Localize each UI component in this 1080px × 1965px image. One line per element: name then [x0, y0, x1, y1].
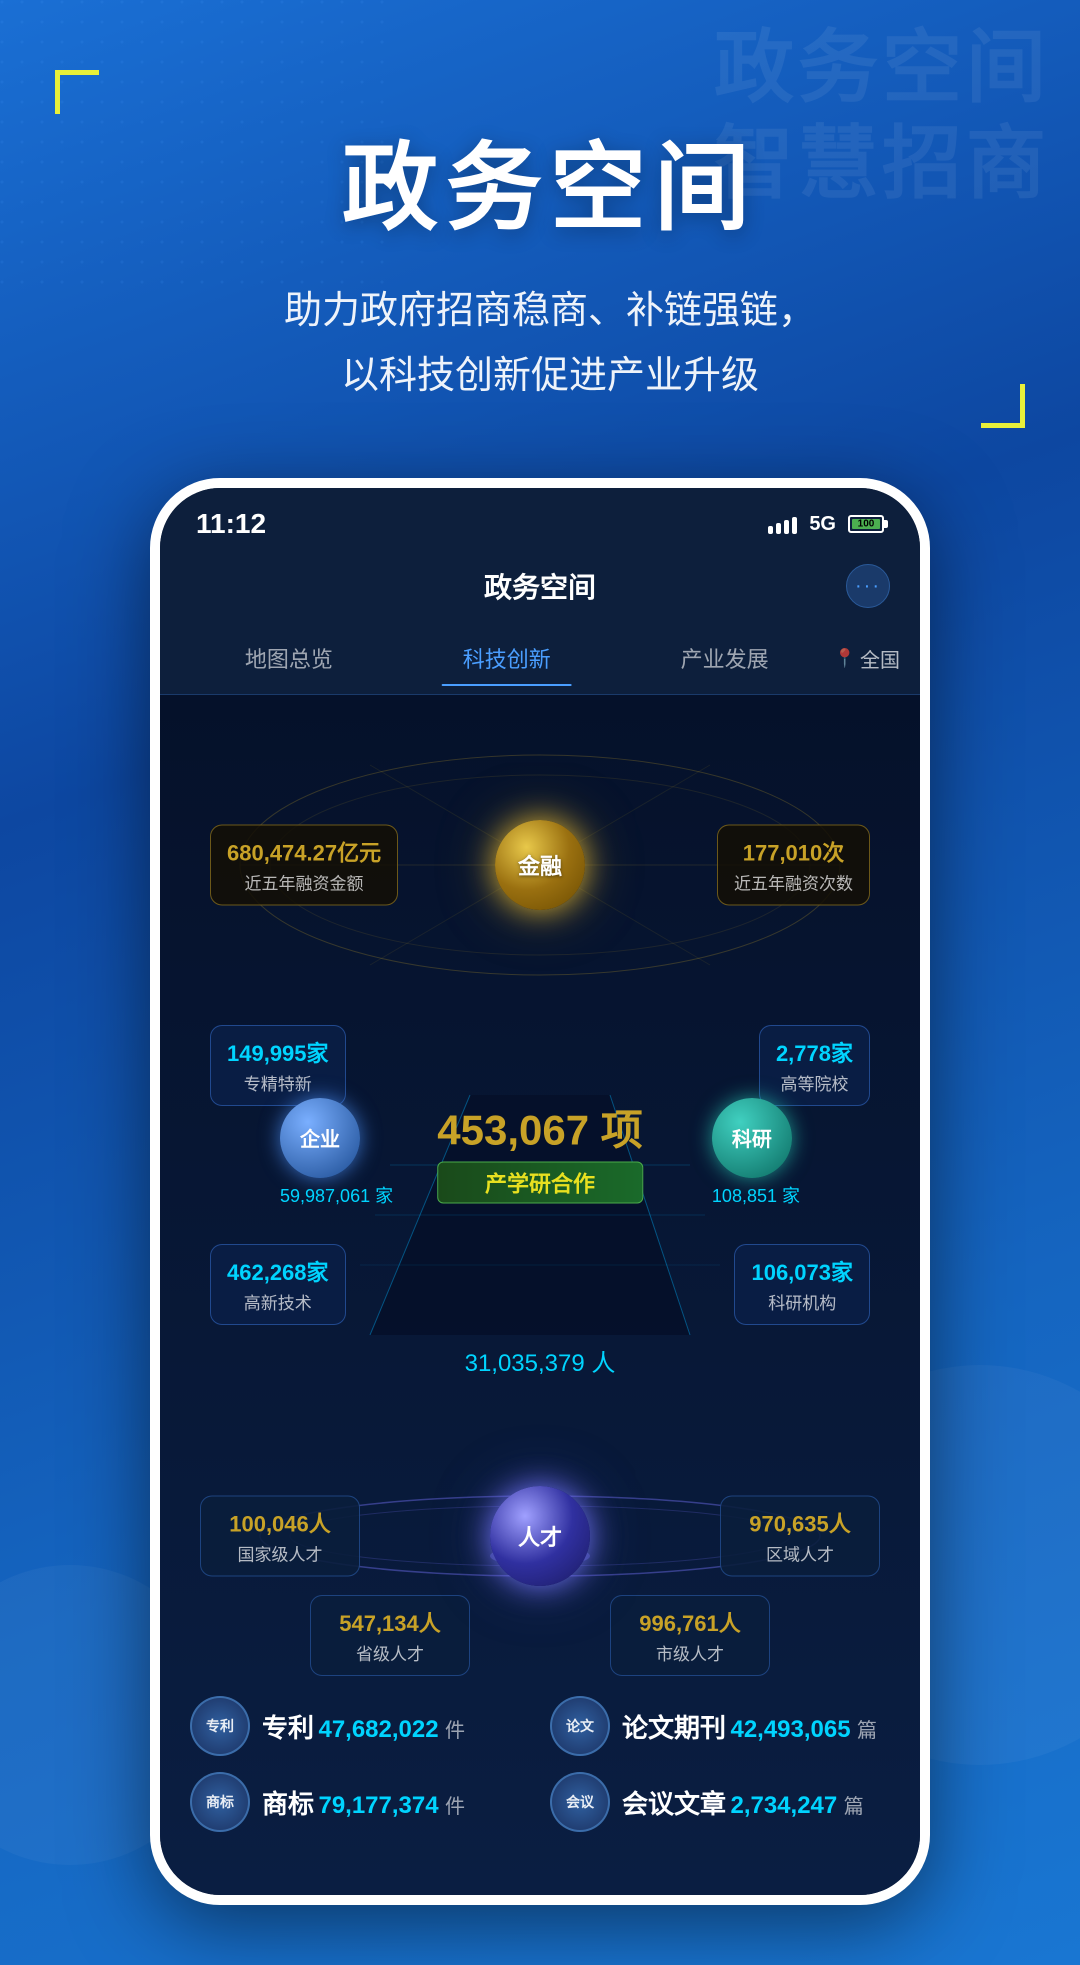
header-section: 政务空间 助力政府招商稳商、补链强链， 以科技创新促进产业升级	[0, 0, 1080, 448]
trademark-icon: 商标	[190, 1772, 250, 1832]
status-icons: 5G 100	[768, 513, 884, 536]
location-pin-icon: 📍	[834, 648, 856, 669]
corner-bracket-tl	[55, 70, 99, 114]
industry-center-label: 453,067 项 产学研合作	[437, 1096, 643, 1203]
trademark-info: 商标 79,177,374 件	[262, 1784, 465, 1821]
signal-bars	[768, 514, 797, 534]
patent-info: 专利 47,682,022 件	[262, 1708, 465, 1745]
top-right-stat: 2,778家 高等院校	[759, 1025, 870, 1106]
trademark-info-item: 商标 商标 79,177,374 件	[190, 1772, 530, 1832]
page-main-title: 政务空间	[80, 90, 1020, 259]
signal-bar-4	[792, 517, 797, 534]
research-sphere-area: 科研 108,851 家	[712, 1098, 800, 1208]
journal-icon: 论文	[550, 1696, 610, 1756]
5g-indicator: 5G	[809, 513, 836, 536]
bottom-stats-row1: 专利 专利 47,682,022 件 论文	[190, 1696, 890, 1756]
finance-right-stat: 177,010次 近五年融资次数	[717, 825, 870, 906]
tab-tech-innovation[interactable]: 科技创新	[398, 634, 616, 682]
patent-info-item: 专利 专利 47,682,022 件	[190, 1696, 530, 1756]
status-bar: 11:12 5G 100	[160, 488, 920, 550]
battery-container: 100	[844, 515, 884, 533]
enterprise-sphere: 企业	[280, 1098, 360, 1178]
finance-sphere: 金融	[495, 820, 585, 910]
nav-tabs: 地图总览 科技创新 产业发展 📍 全国	[160, 622, 920, 695]
national-talent-box: 100,046人 国家级人才	[200, 1496, 360, 1577]
location-label: 全国	[860, 644, 900, 673]
conference-info-item: 会议 会议文章 2,734,247 篇	[550, 1772, 890, 1832]
top-left-stat: 149,995家 专精特新	[210, 1025, 346, 1106]
industry-section: 453,067 项 产学研合作 企业 59,987,061 家 科研	[180, 1015, 900, 1335]
signal-bar-3	[784, 520, 789, 534]
regional-talent-box: 970,635人 区域人才	[720, 1496, 880, 1577]
research-sphere: 科研	[712, 1098, 792, 1178]
app-header: 政务空间 ···	[160, 550, 920, 622]
signal-bar-2	[776, 523, 781, 534]
menu-button[interactable]: ···	[846, 564, 890, 608]
city-talent-box: 996,761人 市级人才	[610, 1595, 770, 1676]
bottom-right-stat: 106,073家 科研机构	[734, 1244, 870, 1325]
journal-info-item: 论文 论文期刊 42,493,065 篇	[550, 1696, 890, 1756]
conference-icon: 会议	[550, 1772, 610, 1832]
nav-location[interactable]: 📍 全国	[834, 644, 900, 673]
finance-section: 金融 680,474.27亿元 近五年融资金额 177,010次 近五年融资次数	[180, 715, 900, 1015]
finance-left-stat: 680,474.27亿元 近五年融资金额	[210, 825, 398, 906]
phone-mockup: 11:12 5G 100	[0, 478, 1080, 1965]
battery-icon: 100	[848, 515, 884, 533]
menu-dots: ···	[855, 575, 881, 598]
bottom-left-stat: 462,268家 高新技术	[210, 1244, 346, 1325]
talent-total-text: 31,035,379 人	[180, 1335, 900, 1386]
bottom-stats-row2: 商标 商标 79,177,374 件 会议	[190, 1772, 890, 1832]
enterprise-sphere-area: 企业 59,987,061 家	[280, 1098, 393, 1208]
tab-industry-dev[interactable]: 产业发展	[616, 634, 834, 682]
journal-info: 论文期刊 42,493,065 篇	[622, 1708, 877, 1745]
app-title: 政务空间	[484, 566, 596, 606]
talent-sphere: 人才	[490, 1486, 590, 1586]
talent-section: 人才 100,046人 国家级人才 970,635人 区域人才 547,13	[180, 1386, 900, 1686]
status-time: 11:12	[196, 508, 266, 540]
bottom-stats: 专利 专利 47,682,022 件 论文	[180, 1686, 900, 1832]
battery-level: 100	[858, 519, 875, 530]
conference-info: 会议文章 2,734,247 篇	[622, 1784, 864, 1821]
signal-bar-1	[768, 526, 773, 534]
page-subtitle: 助力政府招商稳商、补链强链， 以科技创新促进产业升级	[80, 279, 1020, 408]
province-talent-box: 547,134人 省级人才	[310, 1595, 470, 1676]
tab-map-overview[interactable]: 地图总览	[180, 634, 398, 682]
patent-icon: 专利	[190, 1696, 250, 1756]
corner-bracket-br	[981, 384, 1025, 428]
content-area: 金融 680,474.27亿元 近五年融资金额 177,010次 近五年融资次数	[160, 695, 920, 1895]
